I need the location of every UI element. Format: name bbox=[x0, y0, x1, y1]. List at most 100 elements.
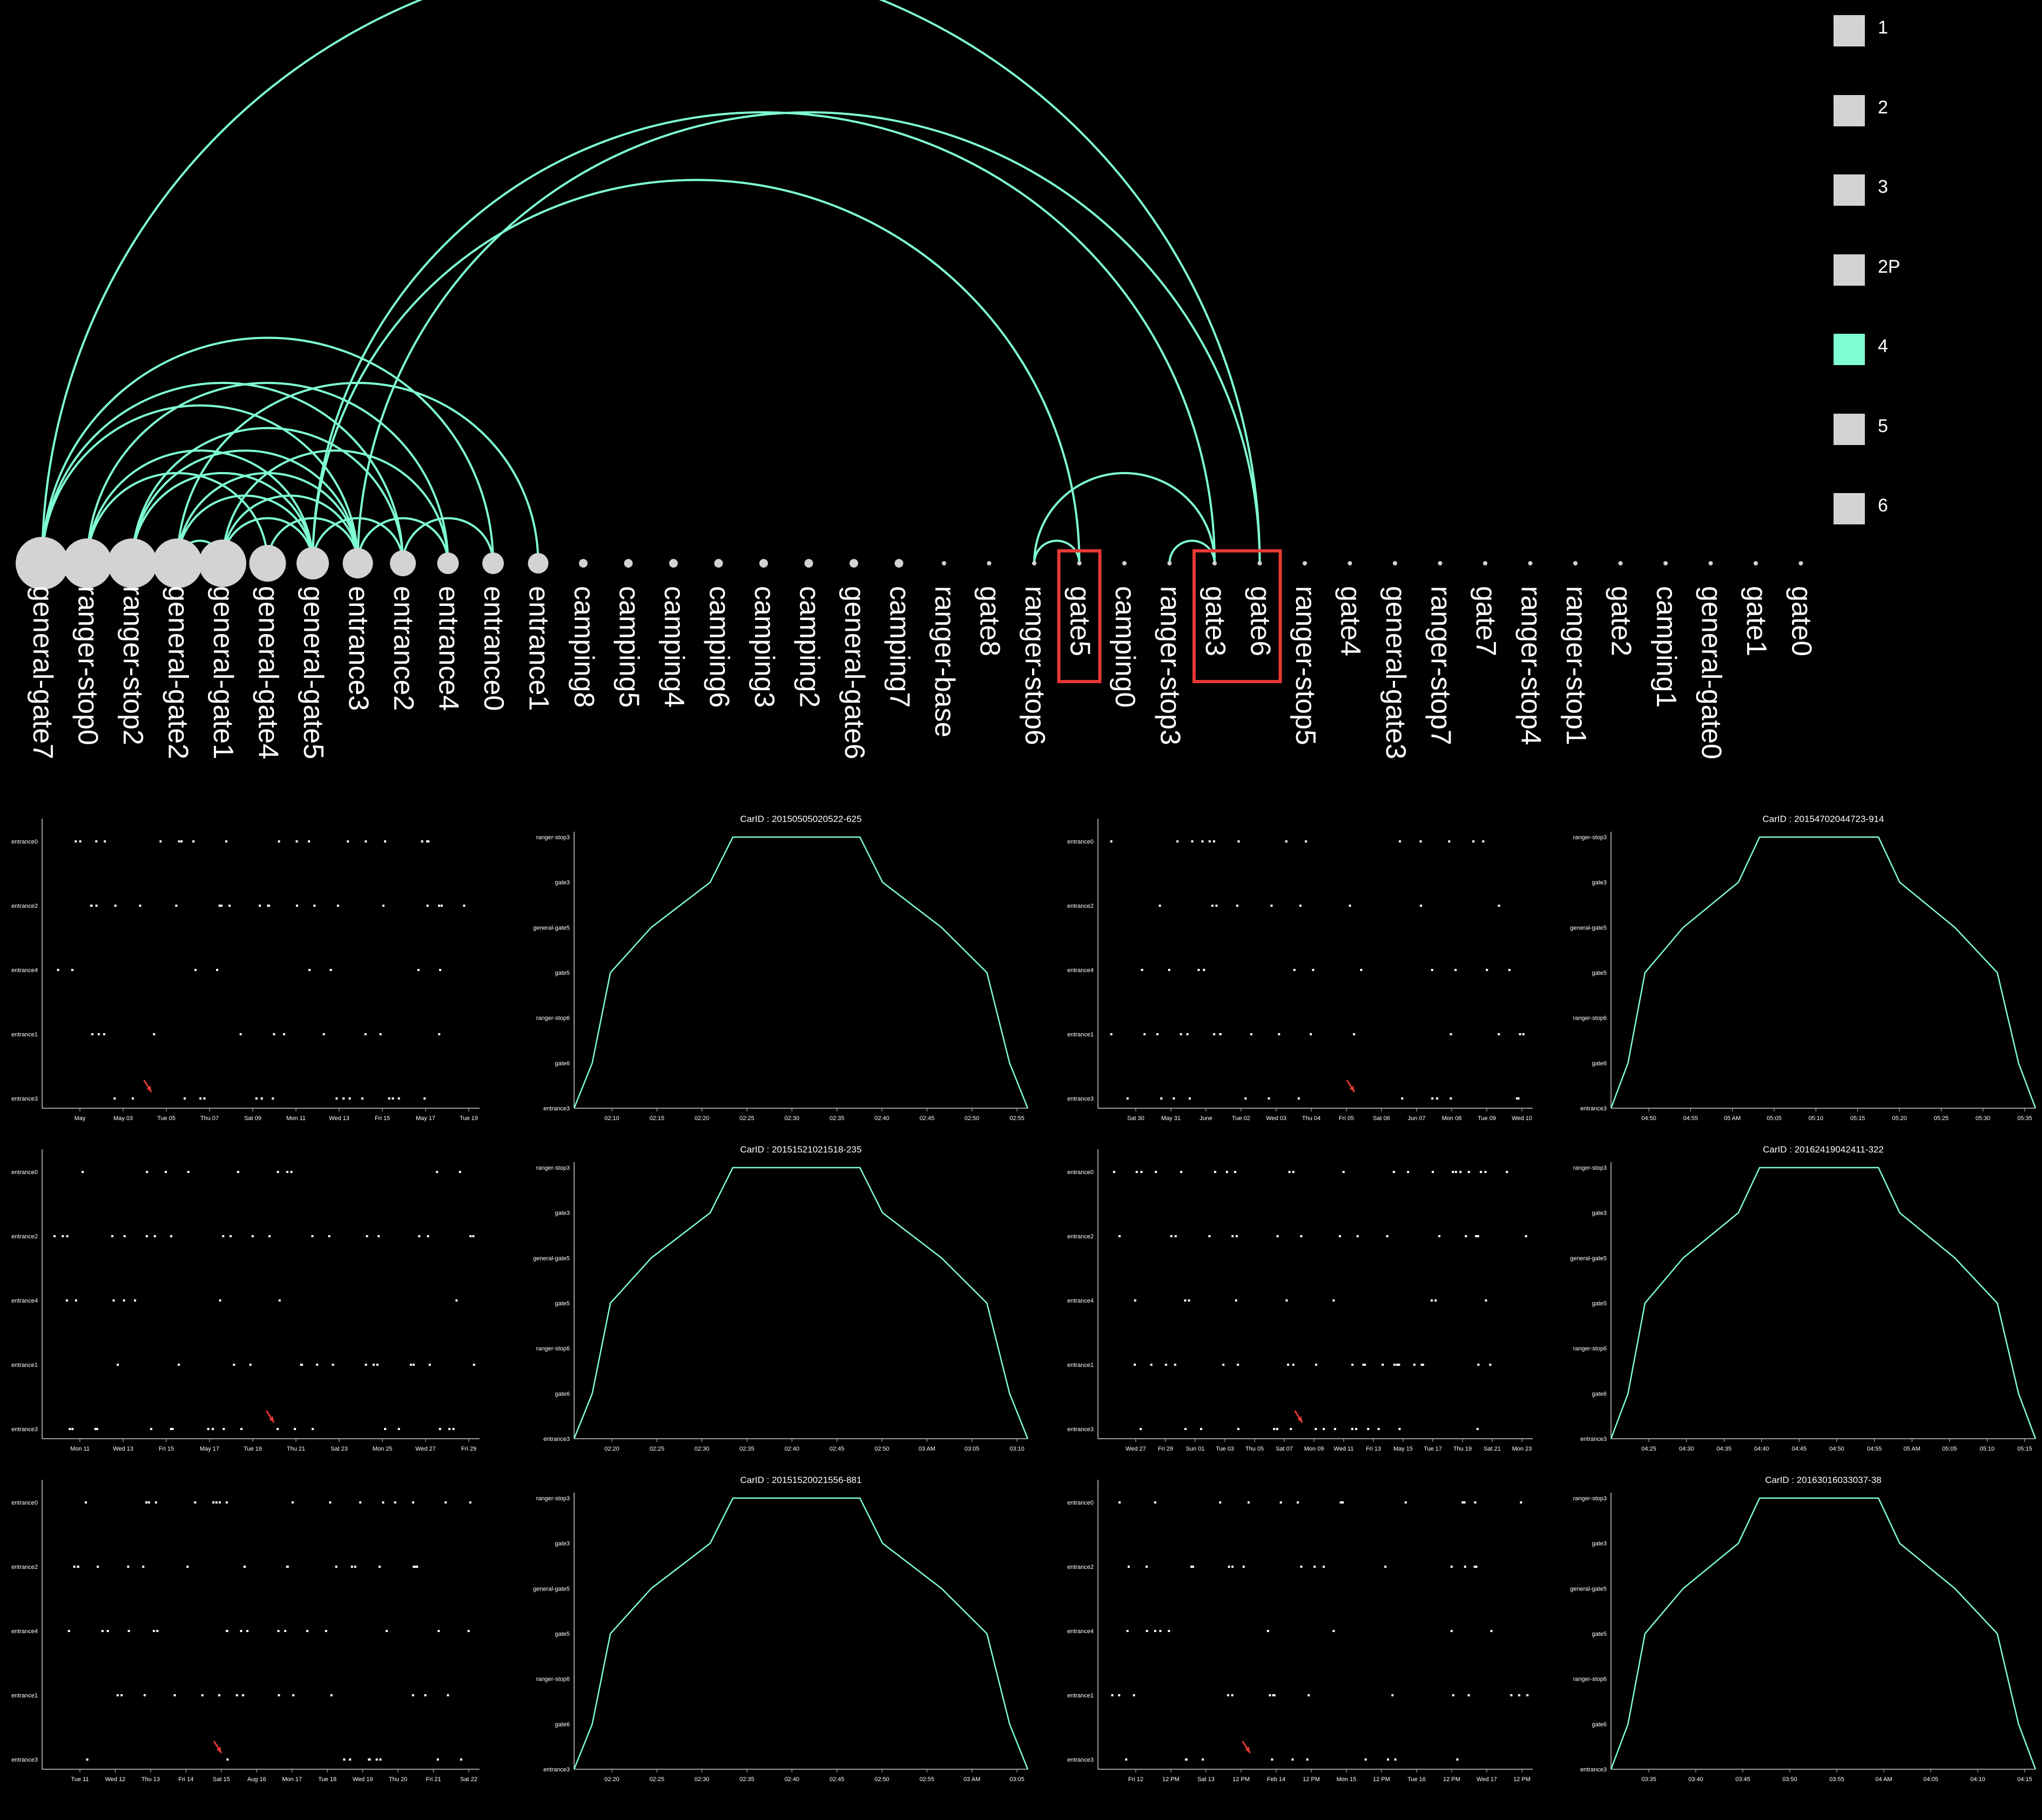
event-dot[interactable] bbox=[438, 1033, 441, 1035]
event-dot[interactable] bbox=[123, 1235, 126, 1237]
event-dot[interactable] bbox=[382, 1501, 385, 1504]
event-dot[interactable] bbox=[97, 1033, 100, 1035]
legend-swatch[interactable] bbox=[1834, 254, 1865, 286]
event-dot[interactable] bbox=[1351, 1428, 1353, 1430]
event-dot[interactable] bbox=[1517, 1097, 1520, 1100]
legend-swatch[interactable] bbox=[1834, 174, 1865, 206]
event-dot[interactable] bbox=[184, 1097, 186, 1100]
event-dot[interactable] bbox=[1394, 1758, 1397, 1761]
legend-swatch[interactable] bbox=[1834, 334, 1865, 365]
event-dot[interactable] bbox=[178, 1364, 180, 1366]
event-dot[interactable] bbox=[1430, 1299, 1433, 1302]
arc-node[interactable] bbox=[850, 559, 858, 568]
legend-swatch[interactable] bbox=[1834, 15, 1865, 46]
event-dot[interactable] bbox=[240, 1428, 243, 1430]
event-dot[interactable] bbox=[1271, 1758, 1273, 1761]
event-dot[interactable] bbox=[1452, 1171, 1454, 1173]
event-dot[interactable] bbox=[1480, 1171, 1482, 1173]
event-dot[interactable] bbox=[1186, 1033, 1189, 1035]
event-dot[interactable] bbox=[1355, 1428, 1358, 1430]
event-dot[interactable] bbox=[463, 905, 466, 907]
event-dot[interactable] bbox=[1518, 1694, 1520, 1696]
event-dot[interactable] bbox=[1392, 1171, 1395, 1173]
event-dot[interactable] bbox=[255, 1097, 258, 1100]
event-dot[interactable] bbox=[1215, 905, 1218, 907]
event-dot[interactable] bbox=[330, 1694, 333, 1696]
event-dot[interactable] bbox=[66, 1235, 69, 1237]
event-dot[interactable] bbox=[1413, 1364, 1416, 1366]
event-dot[interactable] bbox=[417, 969, 420, 971]
event-dot[interactable] bbox=[1386, 1235, 1389, 1237]
arc-link[interactable] bbox=[41, 0, 1261, 564]
event-dot[interactable] bbox=[201, 1694, 204, 1696]
event-dot[interactable] bbox=[1159, 1630, 1162, 1632]
arc-node[interactable] bbox=[528, 553, 549, 574]
event-dot[interactable] bbox=[1231, 1235, 1234, 1237]
arc-node[interactable] bbox=[669, 559, 678, 568]
arc-node[interactable] bbox=[1708, 561, 1713, 565]
event-dot[interactable] bbox=[1342, 1171, 1345, 1173]
event-dot[interactable] bbox=[1111, 1694, 1114, 1696]
event-dot[interactable] bbox=[278, 840, 280, 842]
event-dot[interactable] bbox=[246, 1630, 249, 1632]
event-dot[interactable] bbox=[194, 1501, 197, 1504]
event-dot[interactable] bbox=[361, 1097, 363, 1100]
event-dot[interactable] bbox=[1448, 840, 1451, 842]
event-dot[interactable] bbox=[218, 1694, 220, 1696]
event-dot[interactable] bbox=[325, 1630, 327, 1632]
event-dot[interactable] bbox=[1465, 1235, 1467, 1237]
arc-node[interactable] bbox=[1798, 561, 1803, 565]
event-dot[interactable] bbox=[328, 1235, 331, 1237]
event-dot[interactable] bbox=[1184, 1428, 1187, 1430]
event-dot[interactable] bbox=[230, 1235, 232, 1237]
event-dot[interactable] bbox=[1219, 1033, 1222, 1035]
event-dot[interactable] bbox=[1299, 905, 1302, 907]
event-dot[interactable] bbox=[112, 1299, 115, 1302]
event-dot[interactable] bbox=[153, 1235, 156, 1237]
event-dot[interactable] bbox=[366, 1235, 368, 1237]
event-dot[interactable] bbox=[1278, 1033, 1281, 1035]
event-dot[interactable] bbox=[106, 1630, 109, 1632]
event-dot[interactable] bbox=[1522, 1033, 1525, 1035]
event-dot[interactable] bbox=[1226, 1694, 1229, 1696]
event-dot[interactable] bbox=[1463, 1501, 1466, 1504]
event-dot[interactable] bbox=[423, 1097, 426, 1100]
event-dot[interactable] bbox=[1475, 1235, 1478, 1237]
event-dot[interactable] bbox=[1360, 969, 1363, 971]
event-dot[interactable] bbox=[1351, 1364, 1354, 1366]
event-dot[interactable] bbox=[111, 1235, 113, 1237]
legend-swatch[interactable] bbox=[1834, 493, 1865, 524]
arc-node[interactable] bbox=[199, 540, 246, 587]
event-dot[interactable] bbox=[436, 1758, 439, 1761]
event-dot[interactable] bbox=[143, 1694, 146, 1696]
event-dot[interactable] bbox=[1305, 840, 1308, 842]
event-dot[interactable] bbox=[152, 1630, 155, 1632]
legend-swatch[interactable] bbox=[1834, 413, 1865, 445]
event-dot[interactable] bbox=[1180, 1171, 1183, 1173]
event-dot[interactable] bbox=[79, 840, 82, 842]
event-dot[interactable] bbox=[1219, 1501, 1222, 1504]
event-dot[interactable] bbox=[437, 1630, 440, 1632]
event-dot[interactable] bbox=[1450, 1566, 1453, 1568]
event-dot[interactable] bbox=[1214, 1171, 1217, 1173]
arc-node[interactable] bbox=[624, 559, 633, 568]
arc-node[interactable] bbox=[804, 559, 813, 568]
event-dot[interactable] bbox=[277, 1630, 280, 1632]
car-path-line[interactable] bbox=[573, 836, 1029, 1109]
arc-node[interactable] bbox=[437, 552, 459, 574]
event-dot[interactable] bbox=[347, 840, 349, 842]
arc-node[interactable] bbox=[1528, 561, 1533, 565]
event-dot[interactable] bbox=[1438, 1235, 1441, 1237]
event-dot[interactable] bbox=[156, 1630, 159, 1632]
event-dot[interactable] bbox=[306, 1630, 309, 1632]
event-dot[interactable] bbox=[1472, 840, 1475, 842]
event-dot[interactable] bbox=[71, 969, 73, 971]
arc-node[interactable] bbox=[342, 548, 373, 578]
event-dot[interactable] bbox=[1300, 1235, 1303, 1237]
event-dot[interactable] bbox=[1393, 1364, 1396, 1366]
event-dot[interactable] bbox=[103, 1033, 105, 1035]
event-dot[interactable] bbox=[171, 1428, 174, 1430]
event-dot[interactable] bbox=[1421, 1364, 1424, 1366]
event-dot[interactable] bbox=[1135, 1171, 1138, 1173]
event-dot[interactable] bbox=[1212, 840, 1215, 842]
